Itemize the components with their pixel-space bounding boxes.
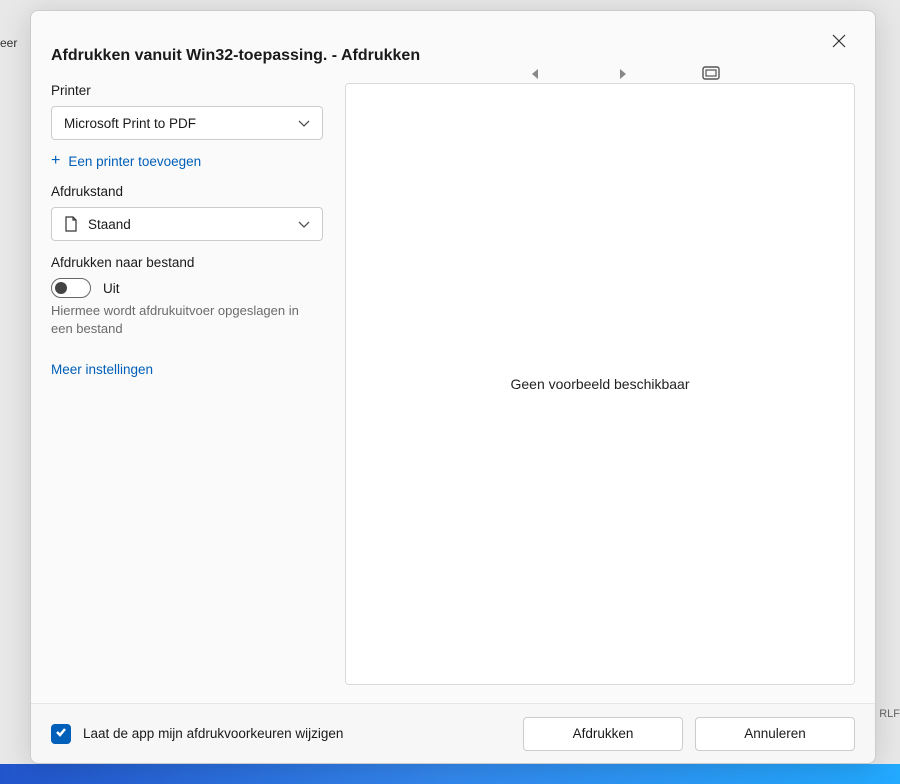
allow-app-prefs-checkbox[interactable]	[51, 724, 71, 744]
orientation-value: Staand	[88, 217, 131, 232]
dialog-footer: Laat de app mijn afdrukvoorkeuren wijzig…	[31, 703, 875, 763]
close-button[interactable]	[823, 27, 855, 59]
orientation-select[interactable]: Staand	[51, 207, 323, 241]
checkmark-icon	[55, 725, 67, 743]
settings-panel: Printer Microsoft Print to PDF + Een pri…	[51, 83, 323, 685]
preview-fit-button[interactable]	[697, 61, 725, 89]
preview-area: Geen voorbeeld beschikbaar	[345, 83, 855, 685]
preview-next-button[interactable]	[609, 61, 637, 89]
printer-label: Printer	[51, 83, 323, 98]
print-dialog: Afdrukken vanuit Win32-toepassing. - Afd…	[30, 10, 876, 764]
toggle-knob	[55, 282, 67, 294]
dialog-body: Printer Microsoft Print to PDF + Een pri…	[31, 75, 875, 703]
printer-select[interactable]: Microsoft Print to PDF	[51, 106, 323, 140]
triangle-right-icon	[619, 66, 627, 84]
chevron-down-icon	[298, 116, 310, 131]
print-to-file-toggle[interactable]	[51, 278, 91, 298]
print-to-file-label: Afdrukken naar bestand	[51, 255, 323, 270]
preview-prev-button[interactable]	[521, 61, 549, 89]
taskbar	[0, 764, 900, 784]
print-to-file-helper: Hiermee wordt afdrukuitvoer opgeslagen i…	[51, 302, 323, 338]
preview-nav	[521, 61, 725, 89]
cancel-button[interactable]: Annuleren	[695, 717, 855, 751]
dialog-title: Afdrukken vanuit Win32-toepassing. - Afd…	[51, 47, 855, 65]
add-printer-label: Een printer toevoegen	[68, 154, 201, 169]
printer-select-value: Microsoft Print to PDF	[64, 116, 196, 131]
plus-icon: +	[51, 152, 60, 170]
fit-screen-icon	[702, 66, 720, 85]
printer-section: Printer Microsoft Print to PDF + Een pri…	[51, 83, 323, 170]
add-printer-link[interactable]: + Een printer toevoegen	[51, 152, 323, 170]
allow-app-prefs-label: Laat de app mijn afdrukvoorkeuren wijzig…	[83, 726, 343, 741]
preview-empty-text: Geen voorbeeld beschikbaar	[510, 376, 689, 392]
chevron-down-icon	[298, 217, 310, 232]
close-icon	[832, 34, 846, 53]
print-to-file-section: Afdrukken naar bestand Uit Hiermee wordt…	[51, 255, 323, 338]
portrait-page-icon	[64, 216, 78, 232]
dialog-header: Afdrukken vanuit Win32-toepassing. - Afd…	[31, 11, 875, 75]
background-text-left: eer	[0, 36, 17, 50]
background-text-right: RLF	[879, 708, 900, 720]
print-button[interactable]: Afdrukken	[523, 717, 683, 751]
more-settings-link[interactable]: Meer instellingen	[51, 362, 323, 377]
orientation-label: Afdrukstand	[51, 184, 323, 199]
orientation-section: Afdrukstand Staand	[51, 184, 323, 241]
print-to-file-state: Uit	[103, 281, 120, 296]
triangle-left-icon	[531, 66, 539, 84]
